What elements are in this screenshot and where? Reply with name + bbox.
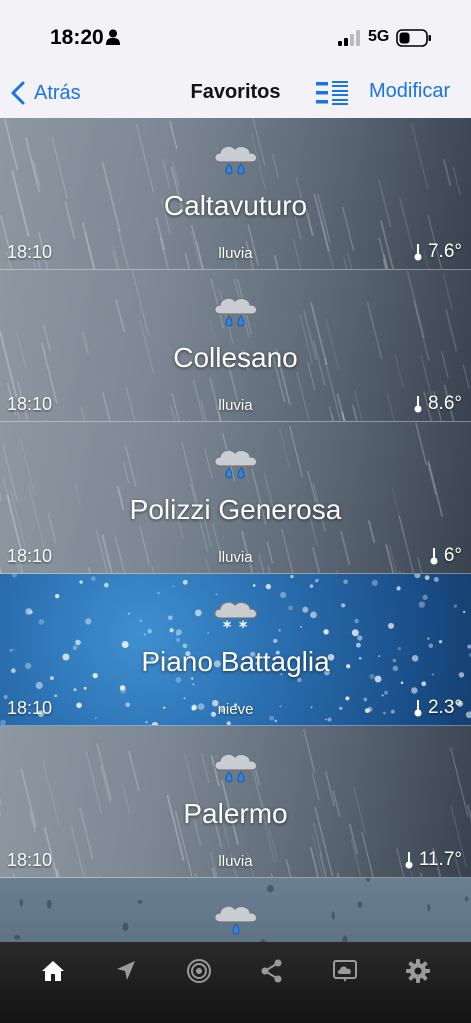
city-name: Collesano	[173, 342, 298, 373]
temperature-value: 7.6°	[427, 241, 462, 262]
battery-icon	[396, 29, 431, 47]
settings-gear-icon	[406, 959, 431, 983]
tab-settings[interactable]	[398, 956, 438, 986]
rain-cloud-icon	[214, 297, 258, 327]
weather-condition: lluvia	[218, 397, 253, 414]
thermometer-icon	[430, 548, 438, 565]
status-bar: 18:20 5G	[0, 0, 471, 68]
thermometer-icon	[414, 244, 422, 261]
city-name: Polizzi Generosa	[129, 494, 342, 525]
temperature-value: 6°	[443, 545, 462, 566]
city-name: Palermo	[183, 798, 288, 829]
favorite-card[interactable]	[0, 878, 471, 942]
tab-location[interactable]	[106, 956, 146, 986]
temperature-value: 11.7°	[418, 849, 462, 870]
favorite-card[interactable]: Palermo 18:10 lluvia 11.7°	[0, 726, 471, 878]
edit-button[interactable]: Modificar	[369, 80, 450, 103]
weather-map-icon	[333, 960, 358, 982]
location-arrow-icon	[116, 961, 135, 980]
favorite-card[interactable]: Caltavuturo 18:10 lluvia 7.6°	[0, 118, 471, 270]
back-button[interactable]: Atrás	[10, 78, 81, 108]
temperature: 7.6°	[414, 241, 462, 263]
temperature: 6°	[430, 545, 462, 567]
thermometer-icon	[405, 852, 413, 869]
city-name: Piano Battaglia	[141, 646, 330, 677]
back-label: Atrás	[34, 81, 81, 104]
temperature-value: 2.3°	[427, 697, 462, 718]
thermometer-icon	[414, 700, 422, 717]
tab-share[interactable]	[252, 956, 292, 986]
network-type: 5G	[368, 28, 390, 45]
radar-icon	[186, 959, 211, 983]
weather-condition: lluvia	[218, 245, 253, 262]
tab-weather-map[interactable]	[325, 956, 365, 986]
temperature: 8.6°	[414, 393, 462, 415]
temperature-value: 8.6°	[427, 393, 462, 414]
favorite-card[interactable]: * * Piano Battaglia 18:10 nieve 2.3°	[0, 574, 471, 726]
status-time: 18:20	[50, 26, 104, 49]
drizzle-cloud-icon	[214, 905, 258, 935]
temperature: 11.7°	[405, 849, 462, 871]
weather-condition: lluvia	[218, 549, 253, 566]
tab-bar	[0, 942, 471, 1023]
favorite-card[interactable]: Collesano 18:10 lluvia 8.6°	[0, 270, 471, 422]
person-icon	[106, 29, 120, 45]
chevron-left-icon	[11, 81, 25, 105]
thermometer-icon	[414, 396, 422, 413]
weather-condition: lluvia	[218, 853, 253, 870]
rain-cloud-icon	[214, 449, 258, 479]
tab-home[interactable]	[33, 956, 73, 986]
list-view-icon[interactable]	[316, 80, 348, 106]
home-icon	[41, 961, 64, 981]
rain-cloud-icon	[214, 145, 258, 175]
cellular-signal-icon	[338, 30, 360, 46]
city-name: Caltavuturo	[163, 190, 308, 221]
navigation-bar: Atrás Favoritos Modificar	[0, 68, 471, 118]
weather-condition: nieve	[217, 701, 254, 718]
temperature: 2.3°	[414, 697, 462, 719]
svg-text:*: *	[223, 617, 232, 634]
share-icon	[261, 959, 282, 983]
tab-radar[interactable]	[179, 956, 219, 986]
rain-cloud-icon	[214, 753, 258, 783]
snow-cloud-icon: * *	[214, 601, 258, 634]
favorites-list: Caltavuturo 18:10 lluvia 7.6° Collesano 18:10…	[0, 118, 471, 942]
svg-text:*: *	[239, 617, 248, 634]
favorite-card[interactable]: Polizzi Generosa 18:10 lluvia 6°	[0, 422, 471, 574]
